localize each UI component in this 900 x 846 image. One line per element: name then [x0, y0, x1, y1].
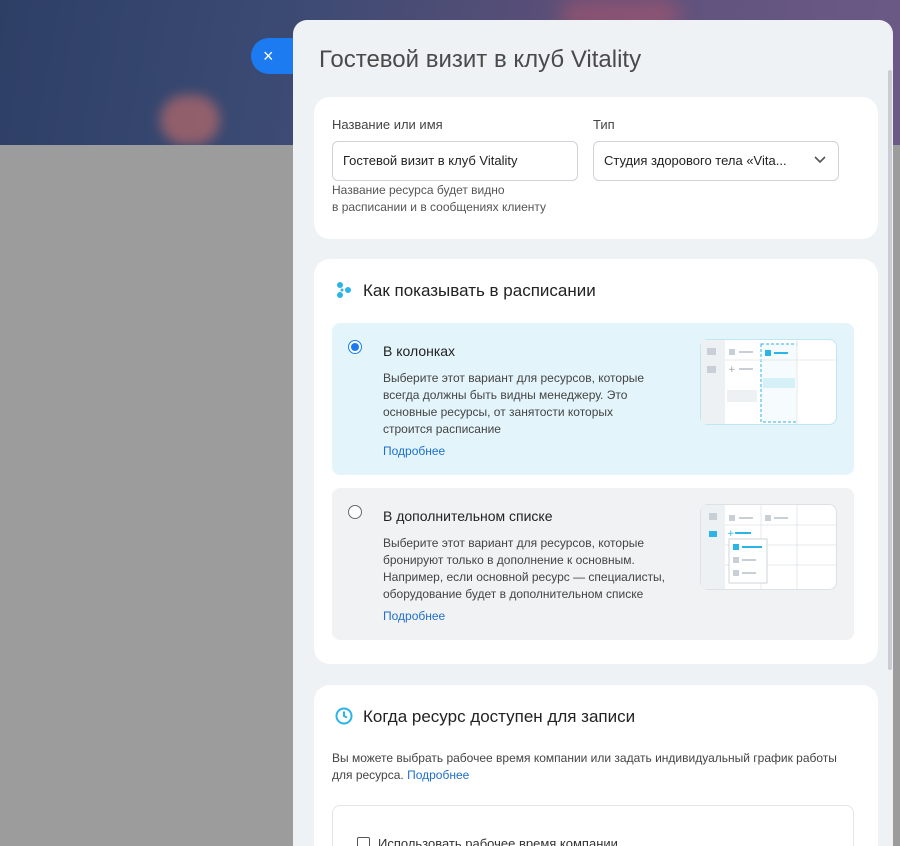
close-icon: ×	[263, 46, 274, 66]
use-company-hours-label: Использовать рабочее время компании	[378, 836, 618, 846]
radio-columns[interactable]	[348, 340, 362, 354]
availability-title: Когда ресурс доступен для записи	[363, 707, 636, 726]
chevron-down-icon	[814, 156, 826, 164]
type-label: Тип	[593, 117, 615, 132]
option-extra-list-desc-3: Например, если основной ресурс — специал…	[383, 570, 666, 584]
svg-text:+: +	[727, 529, 735, 539]
type-select-value: Студия здорового тела «Vita...	[604, 153, 787, 168]
option-columns-desc-1: Выберите этот вариант для ресурсов, кото…	[383, 371, 645, 385]
name-hint-line1: Название ресурса будет видно	[332, 183, 505, 197]
clock-icon	[335, 707, 353, 725]
name-input[interactable]: Гостевой визит в клуб Vitality	[332, 141, 578, 181]
option-columns-title: В колонках	[383, 343, 456, 359]
columns-preview-image: +	[700, 339, 837, 425]
use-company-hours-checkbox[interactable]	[357, 837, 370, 846]
option-extra-list-desc-4: оборудование будет в дополнительном спис…	[383, 587, 644, 601]
option-columns-desc-2: всегда должны быть видны менеджеру. Это	[383, 388, 628, 402]
option-extra-list-more-link[interactable]: Подробнее	[383, 609, 445, 623]
panel-title: Гостевой визит в клуб Vitality	[319, 46, 642, 73]
name-label: Название или имя	[332, 117, 443, 132]
availability-description: Вы можете выбрать рабочее время компании…	[332, 750, 842, 784]
option-extra-list-desc-2: бронируют только в дополнение к основным…	[383, 553, 635, 567]
availability-more-link[interactable]: Подробнее	[407, 768, 469, 782]
option-columns-desc-4: строится расписание	[383, 422, 501, 436]
type-select[interactable]: Студия здорового тела «Vita...	[593, 141, 839, 181]
extra-list-preview-image: +	[700, 504, 837, 590]
scrollbar[interactable]	[888, 70, 892, 670]
radio-extra-list[interactable]	[348, 505, 362, 519]
svg-text:+: +	[728, 365, 736, 375]
name-hint-line2: в расписании и в сообщениях клиенту	[332, 200, 546, 214]
resources-icon	[337, 282, 351, 298]
option-columns-desc-3: основные ресурсы, от занятости которых	[383, 405, 614, 419]
schedule-display-title: Как показывать в расписании	[363, 281, 596, 300]
option-extra-list-title: В дополнительном списке	[383, 508, 553, 524]
option-columns-more-link[interactable]: Подробнее	[383, 444, 445, 458]
background-decoration	[160, 95, 220, 145]
option-extra-list-desc-1: Выберите этот вариант для ресурсов, кото…	[383, 536, 645, 550]
